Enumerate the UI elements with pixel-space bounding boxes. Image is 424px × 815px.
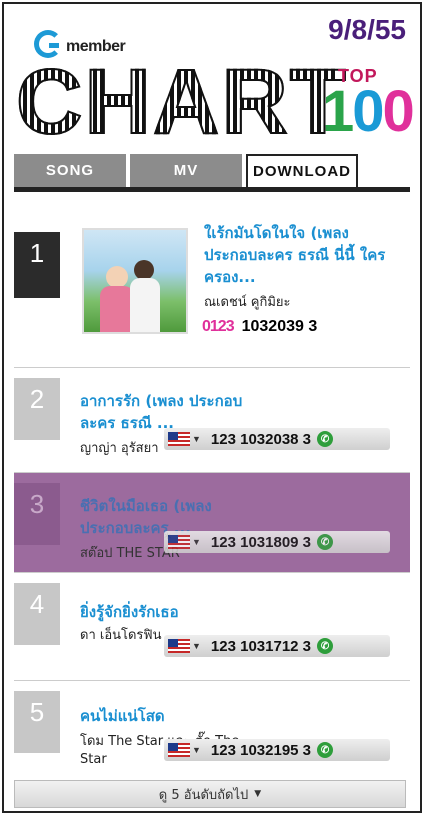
- chart-row-3: 3 ชีวิตในมือเธอ (เพลง ประกอบละคร ... สต๊…: [14, 473, 410, 573]
- chevron-down-icon: ▼: [254, 789, 262, 799]
- artist-name: ญาญ่า อุรัสยา: [80, 441, 159, 456]
- chevron-down-icon[interactable]: ▼: [192, 745, 201, 755]
- download-code-bar[interactable]: ▼ 123 1031712 3 ✆: [164, 635, 390, 657]
- artist-name: ณเดชน์ คูกิมิยะ: [204, 295, 291, 310]
- chart-row-4: 4 ยิ่งรู้จักยิ่งรักเธอ ดา เอ็นโดรฟิน ▼ 1…: [14, 573, 410, 681]
- phone-icon[interactable]: ✆: [317, 742, 334, 758]
- code-prefix-logo: 0123: [202, 318, 235, 335]
- download-code-number: 123 1032195 3: [210, 741, 312, 759]
- tab-mv[interactable]: MV: [130, 154, 242, 187]
- rank-number: 4: [14, 583, 60, 645]
- flag-icon[interactable]: [168, 743, 190, 757]
- artist-name: ดา เอ็นโดรฟิน: [80, 628, 162, 643]
- chevron-down-icon[interactable]: ▼: [192, 641, 201, 651]
- chart-frame: member 9/8/55 CHART TOP 100 SONG MV DOWN…: [2, 2, 422, 813]
- chevron-down-icon[interactable]: ▼: [192, 434, 201, 444]
- tab-song[interactable]: SONG: [14, 154, 126, 187]
- top-number-digit: 0: [352, 79, 384, 144]
- logo-area: member 9/8/55 CHART TOP 100: [4, 4, 420, 154]
- download-code-bar[interactable]: ▼ 123 1032195 3 ✆: [164, 739, 390, 761]
- top-number-digit: 1: [322, 79, 354, 144]
- download-code-bar[interactable]: ▼ 123 1032038 3 ✆: [164, 428, 390, 450]
- download-code-number: 123 1031712 3: [210, 637, 312, 655]
- chart-row-2: 2 อาการรัก (เพลง ประกอบละคร ธรณี ... ญาญ…: [14, 368, 410, 473]
- download-code-number: 1032039 3: [241, 318, 318, 335]
- top-100-number: 100: [322, 79, 415, 144]
- chart-row-5: 5 คนไม่แน่โสด โดม The Star และ ตั๊ก The …: [14, 681, 410, 781]
- song-title[interactable]: คนไม่แน่โสด: [80, 705, 270, 727]
- chart-row-1: 1 ใเร้กมันโดในใจ (เพลง ประกอบละคร ธรณี น…: [14, 198, 410, 368]
- tab-download[interactable]: DOWNLOAD: [246, 154, 358, 187]
- flag-icon[interactable]: [168, 432, 190, 446]
- album-cover-image[interactable]: [82, 228, 188, 334]
- rank-number: 5: [14, 691, 60, 753]
- rank-number: 2: [14, 378, 60, 440]
- rank-number: 3: [14, 483, 60, 545]
- chart-date: 9/8/55: [328, 14, 406, 45]
- chevron-down-icon[interactable]: ▼: [192, 537, 201, 547]
- show-next-5-button[interactable]: ดู 5 อันดับถัดไป ▼: [14, 780, 406, 808]
- download-code-number: 123 1031809 3: [210, 533, 312, 551]
- flag-icon[interactable]: [168, 535, 190, 549]
- chart-tabs: SONG MV DOWNLOAD: [14, 154, 410, 192]
- phone-icon[interactable]: ✆: [317, 534, 334, 550]
- song-title[interactable]: ใเร้กมันโดในใจ (เพลง ประกอบละคร ธรณี นี่…: [204, 222, 394, 288]
- phone-icon[interactable]: ✆: [317, 431, 334, 447]
- download-code: 0123 1032039 3: [202, 318, 317, 336]
- rank-number: 1: [14, 232, 60, 298]
- flag-icon[interactable]: [168, 639, 190, 653]
- download-code-bar[interactable]: ▼ 123 1031809 3 ✆: [164, 531, 390, 553]
- top-number-digit: 0: [382, 79, 415, 144]
- download-code-number: 123 1032038 3: [210, 430, 312, 448]
- show-next-5-label: ดู 5 อันดับถัดไป: [158, 787, 249, 803]
- phone-icon[interactable]: ✆: [317, 638, 334, 654]
- chart-list: 1 ใเร้กมันโดในใจ (เพลง ประกอบละคร ธรณี น…: [14, 198, 410, 781]
- chart-logo-word: CHART: [15, 51, 348, 153]
- song-title[interactable]: ยิ่งรู้จักยิ่งรักเธอ: [80, 601, 270, 623]
